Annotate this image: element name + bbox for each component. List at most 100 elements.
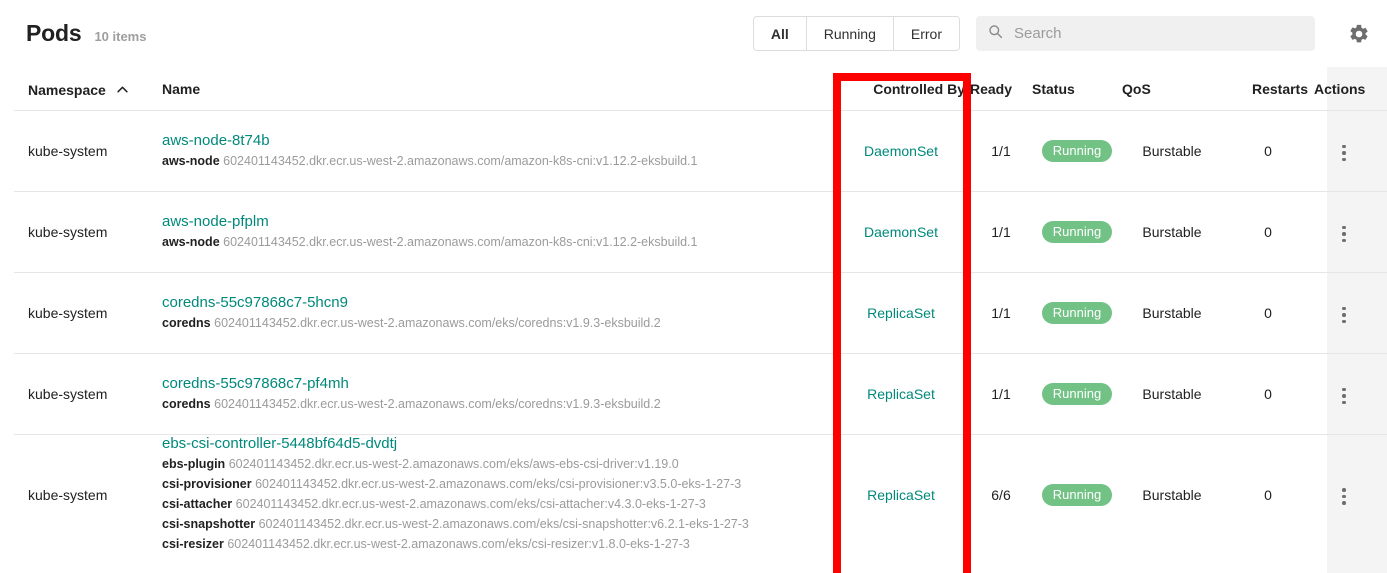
cell-status: Running [1032, 221, 1122, 243]
container-name: coredns [162, 396, 211, 411]
container-line: ebs-plugin 602401143452.dkr.ecr.us-west-… [162, 454, 822, 474]
controlled-by-link[interactable]: DaemonSet [864, 224, 938, 240]
pod-name-link[interactable]: aws-node-pfplm [162, 213, 269, 230]
cell-name: coredns-55c97868c7-pf4mh coredns 6024011… [162, 375, 832, 414]
pod-name-link[interactable]: coredns-55c97868c7-pf4mh [162, 375, 349, 392]
container-image: 602401143452.dkr.ecr.us-west-2.amazonaws… [235, 497, 706, 511]
gear-icon[interactable] [1345, 20, 1373, 48]
column-header-namespace-label: Namespace [28, 81, 106, 98]
column-header-restarts[interactable]: Restarts [1222, 81, 1314, 97]
cell-actions [1314, 479, 1374, 511]
filter-running-button[interactable]: Running [806, 17, 894, 50]
cell-namespace: kube-system [28, 305, 108, 321]
cell-status: Running [1032, 302, 1122, 324]
container-name: csi-attacher [162, 497, 233, 511]
container-line: csi-provisioner 602401143452.dkr.ecr.us-… [162, 474, 822, 494]
container-line: csi-attacher 602401143452.dkr.ecr.us-wes… [162, 494, 822, 514]
cell-name: aws-node-8t74b aws-node 602401143452.dkr… [162, 132, 832, 171]
cell-namespace: kube-system [28, 224, 108, 240]
cell-ready: 1/1 [991, 386, 1011, 402]
container-image: 602401143452.dkr.ecr.us-west-2.amazonaws… [214, 396, 661, 411]
cell-restarts: 0 [1264, 305, 1272, 321]
pod-name-link[interactable]: ebs-csi-controller-5448bf64d5-dvdtj [162, 435, 397, 452]
cell-namespace: kube-system [28, 386, 108, 402]
cell-restarts: 0 [1264, 143, 1272, 159]
cell-namespace: kube-system [28, 486, 108, 503]
page-toolbar: Pods 10 items All Running Error [0, 0, 1387, 67]
cell-controlled-by: DaemonSet [832, 143, 970, 159]
controlled-by-link[interactable]: DaemonSet [864, 143, 938, 159]
cell-namespace: kube-system [28, 143, 108, 159]
status-badge: Running [1041, 140, 1113, 162]
cell-qos: Burstable [1142, 386, 1202, 402]
column-header-name[interactable]: Name [162, 81, 832, 97]
container-image: 602401143452.dkr.ecr.us-west-2.amazonaws… [214, 315, 661, 330]
container-name: aws-node [162, 234, 220, 249]
column-header-status[interactable]: Status [1032, 81, 1122, 97]
cell-ready: 1/1 [991, 224, 1011, 240]
status-badge: Running [1041, 383, 1113, 405]
cell-restarts: 0 [1264, 224, 1272, 240]
search-icon [988, 24, 1003, 44]
container-line: csi-resizer 602401143452.dkr.ecr.us-west… [162, 534, 822, 554]
cell-qos: Burstable [1142, 486, 1202, 503]
table-row[interactable]: kube-system ebs-csi-controller-5448bf64d… [14, 434, 1387, 554]
container-name: csi-snapshotter [162, 517, 256, 531]
row-actions-menu-icon[interactable] [1336, 220, 1352, 249]
table-row[interactable]: kube-system coredns-55c97868c7-5hcn9 cor… [14, 272, 1387, 353]
controlled-by-link[interactable]: ReplicaSet [867, 386, 935, 402]
container-name: csi-provisioner [162, 477, 252, 491]
container-image: 602401143452.dkr.ecr.us-west-2.amazonaws… [255, 477, 742, 491]
container-line: aws-node 602401143452.dkr.ecr.us-west-2.… [162, 151, 822, 171]
cell-actions [1314, 216, 1374, 248]
cell-status: Running [1032, 483, 1122, 506]
cell-restarts: 0 [1264, 386, 1272, 402]
page-title: Pods [26, 20, 82, 46]
column-header-ready[interactable]: Ready [970, 81, 1032, 97]
cell-status: Running [1032, 383, 1122, 405]
cell-name: aws-node-pfplm aws-node 602401143452.dkr… [162, 213, 832, 252]
cell-name: ebs-csi-controller-5448bf64d5-dvdtj ebs-… [162, 435, 832, 554]
column-header-controlled-by[interactable]: Controlled By [832, 81, 970, 97]
cell-qos: Burstable [1142, 143, 1202, 159]
filter-all-button[interactable]: All [753, 17, 807, 50]
controlled-by-link[interactable]: ReplicaSet [867, 305, 935, 321]
cell-actions [1314, 378, 1374, 410]
filter-error-button[interactable]: Error [893, 17, 959, 50]
container-image: 602401143452.dkr.ecr.us-west-2.amazonaws… [223, 153, 698, 168]
container-image: 602401143452.dkr.ecr.us-west-2.amazonaws… [258, 517, 749, 531]
cell-controlled-by: ReplicaSet [832, 487, 970, 503]
cell-qos: Burstable [1142, 305, 1202, 321]
search-box[interactable] [976, 16, 1315, 51]
cell-controlled-by: ReplicaSet [832, 305, 970, 321]
cell-ready: 1/1 [991, 143, 1011, 159]
status-badge: Running [1041, 221, 1113, 243]
container-line: csi-snapshotter 602401143452.dkr.ecr.us-… [162, 514, 822, 534]
table-row[interactable]: kube-system aws-node-8t74b aws-node 6024… [14, 110, 1387, 191]
container-name: ebs-plugin [162, 457, 226, 471]
row-actions-menu-icon[interactable] [1336, 139, 1352, 168]
container-name: csi-resizer [162, 537, 224, 551]
chevron-up-icon [117, 80, 128, 96]
pod-name-link[interactable]: aws-node-8t74b [162, 132, 270, 149]
search-input[interactable] [1012, 24, 1303, 43]
row-actions-menu-icon[interactable] [1336, 482, 1352, 511]
table-row[interactable]: kube-system coredns-55c97868c7-pf4mh cor… [14, 353, 1387, 434]
column-header-namespace[interactable]: Namespace [14, 80, 162, 98]
table-row[interactable]: kube-system aws-node-pfplm aws-node 6024… [14, 191, 1387, 272]
cell-controlled-by: ReplicaSet [832, 386, 970, 402]
container-name: coredns [162, 315, 211, 330]
status-badge: Running [1041, 302, 1113, 324]
item-count: 10 items [94, 29, 147, 44]
row-actions-menu-icon[interactable] [1336, 382, 1352, 411]
column-header-qos[interactable]: QoS [1122, 81, 1222, 97]
cell-actions [1314, 135, 1374, 167]
controlled-by-link[interactable]: ReplicaSet [867, 487, 935, 503]
toolbar-controls: All Running Error [752, 16, 1373, 51]
table-header-row: Namespace Name Controlled By Ready Statu… [14, 67, 1387, 110]
row-actions-menu-icon[interactable] [1336, 301, 1352, 330]
cell-name: coredns-55c97868c7-5hcn9 coredns 6024011… [162, 294, 832, 333]
pod-name-link[interactable]: coredns-55c97868c7-5hcn9 [162, 294, 348, 311]
container-image: 602401143452.dkr.ecr.us-west-2.amazonaws… [223, 234, 698, 249]
cell-qos: Burstable [1142, 224, 1202, 240]
